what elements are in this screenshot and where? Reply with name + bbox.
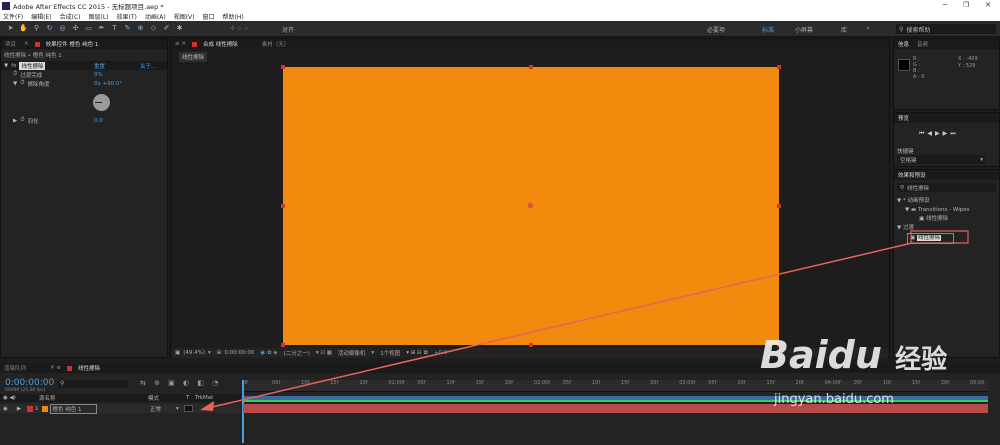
watermark: Baidu 经验 jingyan.baidu.com (760, 335, 947, 407)
watermark-url: jingyan.baidu.com (774, 392, 894, 407)
watermark-sub: 经验 (895, 345, 948, 375)
watermark-brand: Baidu (760, 333, 882, 377)
